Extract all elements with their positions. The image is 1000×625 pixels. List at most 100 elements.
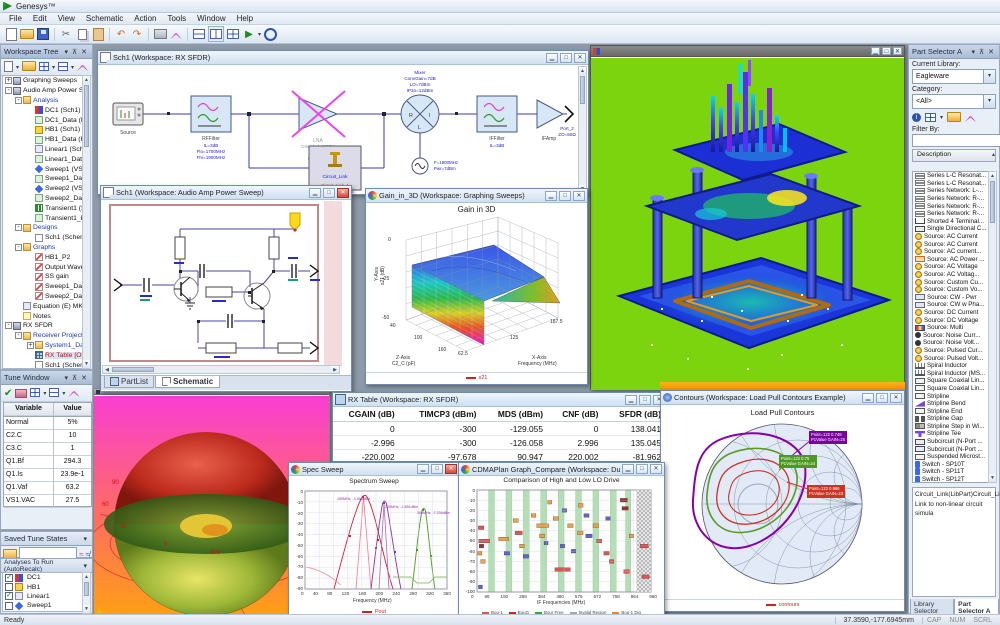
view-mode-icon[interactable]: [39, 62, 49, 73]
expand-toggle-icon[interactable]: +: [27, 342, 34, 349]
part-list-item[interactable]: Source: AC current...: [913, 248, 989, 256]
part-list-item[interactable]: Series Network: R-...: [913, 210, 989, 218]
expand-toggle-icon[interactable]: [27, 156, 34, 163]
category-dropdown[interactable]: <All> ▾: [912, 94, 996, 109]
minimize-button[interactable]: ▁: [309, 188, 321, 198]
part-list-item[interactable]: Switch - SP11T: [913, 468, 989, 476]
part-list-item[interactable]: Series L-C Resonat...: [913, 180, 989, 188]
tune-row[interactable]: C2.C 10: [4, 430, 91, 443]
expand-toggle-icon[interactable]: [27, 273, 34, 280]
analysis-checkbox[interactable]: [5, 592, 13, 600]
rx-table-header-cell[interactable]: TIMCP3 (dBm): [401, 407, 483, 422]
part-list-item[interactable]: Shorted 4 Terminal...: [913, 218, 989, 226]
expand-toggle-icon[interactable]: -: [15, 97, 22, 104]
tree-item[interactable]: SS gain: [3, 272, 83, 282]
tune-row[interactable]: Q1.Vaf 63.2: [4, 482, 91, 495]
run-analyses-icon[interactable]: ▶: [242, 27, 256, 41]
menu-item[interactable]: Action: [129, 14, 161, 23]
undo-icon[interactable]: ↶: [114, 27, 128, 41]
paste-icon[interactable]: [91, 27, 105, 41]
tree-item[interactable]: Sch1 (Schematic): [3, 360, 83, 369]
menu-item[interactable]: File: [4, 14, 27, 23]
part-view-icon[interactable]: [925, 113, 936, 122]
tune-graph-icon[interactable]: [49, 388, 59, 399]
rx-table-titlebar[interactable]: RX Table (Workspace: RX SFDR) ▁ □ ✕: [333, 393, 667, 407]
expand-toggle-icon[interactable]: -: [15, 244, 22, 251]
tune-row[interactable]: Q1.Is 23.9e-1: [4, 469, 91, 482]
minimize-button[interactable]: ▁: [546, 53, 558, 63]
rx-table-row[interactable]: -2.996 -300 -126.058 2.996 135.045: [333, 436, 667, 450]
part-list-item[interactable]: Stripline: [913, 392, 989, 400]
eraser-icon[interactable]: [15, 389, 27, 398]
part-list-item[interactable]: Spiral Inductor (MS...: [913, 369, 989, 377]
close-icon[interactable]: ✕: [79, 48, 89, 56]
part-list-item[interactable]: Single Directional C...: [913, 225, 989, 233]
expand-toggle-icon[interactable]: [27, 146, 34, 153]
tree-item[interactable]: DC1_Data (DC1): [3, 115, 83, 125]
minimize-button[interactable]: ▁: [625, 395, 637, 405]
minimize-button[interactable]: ▁: [871, 47, 880, 55]
expand-toggle-icon[interactable]: [27, 215, 34, 222]
part-list-item[interactable]: Switch - SP12T: [913, 476, 989, 483]
expand-toggle-icon[interactable]: [27, 136, 34, 143]
part-list-item[interactable]: Series Network: L-...: [913, 187, 989, 195]
tab-schematic[interactable]: Schematic: [155, 376, 220, 388]
maximize-button[interactable]: □: [882, 47, 891, 55]
tree-item[interactable]: + System1_Data_Fo: [3, 341, 83, 351]
close-button[interactable]: ✕: [445, 464, 457, 474]
open-library-icon[interactable]: [947, 112, 961, 122]
run-dropdown-icon[interactable]: ▾: [258, 31, 261, 38]
redo-icon[interactable]: ↷: [130, 27, 144, 41]
part-list-item[interactable]: Source: CW - Pwr: [913, 294, 989, 302]
tree-item[interactable]: DC1 (Sch1): [3, 105, 83, 115]
tree-item[interactable]: - RX SFDR: [3, 321, 83, 331]
part-list-item[interactable]: Stripline End: [913, 407, 989, 415]
expand-toggle-icon[interactable]: -: [5, 322, 12, 329]
expand-toggle-icon[interactable]: [27, 175, 34, 182]
new-item-icon[interactable]: [4, 61, 13, 74]
tree-item[interactable]: + Graphing Sweeps: [3, 76, 83, 86]
pin-icon[interactable]: ⊼: [977, 48, 986, 56]
expand-toggle-icon[interactable]: [27, 126, 34, 133]
part-list-item[interactable]: Subcircuit (N-Port ...: [913, 438, 989, 446]
spec-titlebar[interactable]: Spec Sweep ▁ □ ✕: [289, 463, 459, 476]
tree-item[interactable]: Sweep1_Data (Sw: [3, 174, 83, 184]
tree-item[interactable]: - Graphs: [3, 243, 83, 253]
value-column-header[interactable]: Value: [54, 403, 91, 416]
tune-value[interactable]: 27.5: [54, 495, 91, 508]
tune-value[interactable]: 23.9e-1: [54, 469, 91, 482]
minimize-button[interactable]: ▁: [622, 464, 634, 474]
new-item-dropdown-icon[interactable]: ▾: [16, 64, 19, 71]
part-list-item[interactable]: Source: AC Voltage: [913, 263, 989, 271]
save-icon[interactable]: [36, 27, 50, 41]
expand-toggle-icon[interactable]: [27, 117, 34, 124]
expand-toggle-icon[interactable]: -: [5, 87, 12, 94]
audio-titlebar[interactable]: Sch1 (Workspace: Audio Amp Power Sweep) …: [101, 186, 351, 200]
close-button[interactable]: ✕: [573, 191, 585, 201]
close-button[interactable]: ✕: [890, 393, 902, 403]
expand-toggle-icon[interactable]: [27, 352, 34, 359]
expand-toggle-icon[interactable]: [15, 303, 22, 310]
part-list-item[interactable]: Series L-C Resonat...: [913, 172, 989, 180]
tune-value[interactable]: 10: [54, 430, 91, 443]
part-list-item[interactable]: Source: Multi: [913, 324, 989, 332]
tree-item[interactable]: - Receiver Project: [3, 331, 83, 341]
part-list-item[interactable]: Source: Pulsed Cur...: [913, 347, 989, 355]
part-list-item[interactable]: Source: AC Current: [913, 240, 989, 248]
menu-item[interactable]: Edit: [28, 14, 52, 23]
expand-toggle-icon[interactable]: [27, 283, 34, 290]
part-list-item[interactable]: Suspended Microst...: [913, 453, 989, 461]
analysis-item[interactable]: Linear1: [3, 592, 82, 601]
menu-item[interactable]: Tools: [162, 14, 191, 23]
filter-icon[interactable]: [58, 62, 68, 73]
menu-item[interactable]: Window: [192, 14, 230, 23]
part-list-item[interactable]: Source: AC Current: [913, 233, 989, 241]
analysis-item[interactable]: Sweep1: [3, 601, 82, 610]
tree-item[interactable]: HB1_P2: [3, 252, 83, 262]
tree-item[interactable]: HB1 (Sch1): [3, 125, 83, 135]
sch1-rx-titlebar[interactable]: Sch1 (Workspace: RX SFDR) ▁ □ ✕: [98, 51, 588, 65]
view-dropdown-icon[interactable]: ▾: [52, 64, 55, 71]
part-info-icon[interactable]: i: [912, 113, 921, 122]
menu-item[interactable]: Help: [232, 14, 258, 23]
analyses-scrollbar[interactable]: ▲ ▼: [82, 572, 91, 614]
